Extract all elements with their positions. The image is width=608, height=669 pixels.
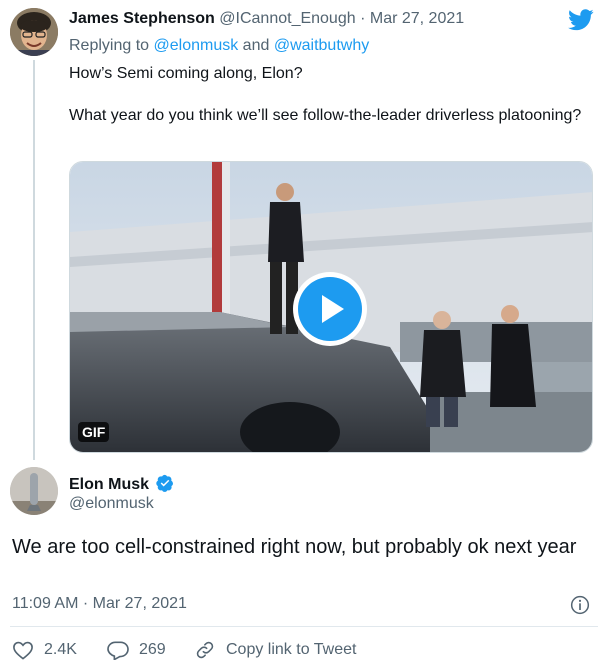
- gif-badge: GIF: [78, 422, 110, 442]
- mention-link[interactable]: @elonmusk: [154, 37, 239, 54]
- gif-badge-label: GIF: [82, 424, 106, 440]
- verified-badge-icon: [156, 474, 174, 492]
- reply-count: 269: [139, 641, 166, 658]
- reply-bubble-icon: [107, 641, 129, 660]
- like-count: 2.4K: [44, 641, 77, 658]
- reply-separator: ·: [360, 10, 366, 27]
- play-icon: [322, 295, 344, 323]
- copy-link-button[interactable]: Copy link to Tweet: [194, 640, 356, 660]
- reply-author-avatar[interactable]: [10, 8, 58, 56]
- reply-text-line: How’s Semi coming along, Elon?: [69, 65, 303, 82]
- main-author-handle[interactable]: @elonmusk: [69, 494, 154, 514]
- main-author-avatar[interactable]: [10, 467, 58, 515]
- reply-author-handle[interactable]: @ICannot_Enough: [219, 10, 355, 27]
- tweet-date: Mar 27, 2021: [92, 595, 187, 612]
- copy-link-label: Copy link to Tweet: [226, 641, 357, 658]
- reply-tweet-header: James Stephenson @ICannot_Enough · Mar 2…: [69, 9, 464, 29]
- reply-tweet-text: How’s Semi coming along, Elon? What year…: [69, 63, 589, 127]
- timestamp-separator: ·: [82, 595, 89, 612]
- replying-to-prefix: Replying to: [69, 37, 150, 54]
- tweet-time: 11:09 AM: [12, 595, 79, 612]
- video-thumbnail[interactable]: [69, 161, 593, 453]
- reply-text-line: What year do you think we’ll see follow-…: [69, 107, 582, 124]
- reply-tweet: James Stephenson @ICannot_Enough · Mar 2…: [0, 0, 608, 460]
- tweet-timestamp[interactable]: 11:09 AM · Mar 27, 2021: [12, 594, 187, 614]
- reply-date[interactable]: Mar 27, 2021: [370, 10, 464, 27]
- link-icon: [196, 641, 214, 659]
- thread-connector-line: [33, 60, 35, 460]
- reply-author-name[interactable]: James Stephenson: [69, 10, 215, 27]
- mention-link[interactable]: @waitbutwhy: [274, 37, 369, 54]
- twitter-bird-icon[interactable]: [568, 9, 594, 31]
- main-author-name[interactable]: Elon Musk: [69, 476, 149, 493]
- info-icon[interactable]: [570, 595, 590, 615]
- main-author-name-row: Elon Musk: [69, 474, 174, 495]
- heart-icon: [13, 641, 33, 660]
- replying-to: Replying to @elonmusk and @waitbutwhy: [69, 36, 369, 56]
- main-tweet-text: We are too cell-constrained right now, b…: [12, 536, 577, 558]
- like-button[interactable]: 2.4K: [12, 640, 77, 660]
- reply-button[interactable]: 269: [107, 640, 166, 660]
- play-button[interactable]: [293, 272, 367, 346]
- divider: [10, 626, 598, 627]
- replying-to-and: and: [242, 37, 270, 54]
